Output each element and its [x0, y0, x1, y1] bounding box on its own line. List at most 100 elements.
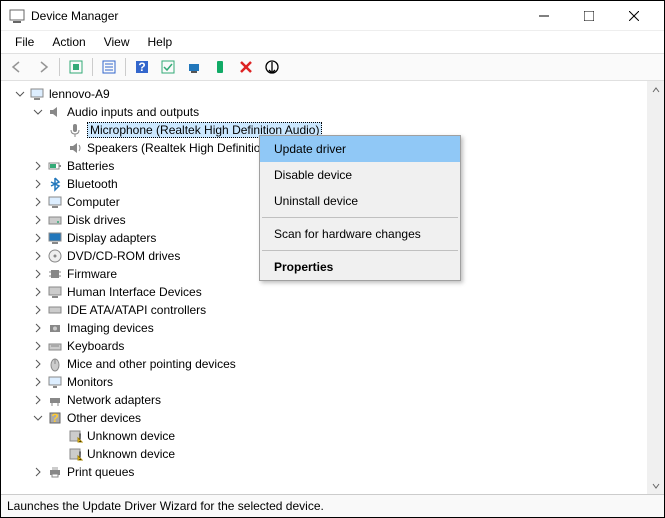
collapse-icon[interactable] [31, 105, 45, 119]
tree-item-imaging[interactable]: Imaging devices [7, 319, 647, 337]
app-icon [9, 8, 25, 24]
tree-item-label: Batteries [67, 159, 114, 173]
tree-item-unknown[interactable]: ! Unknown device [7, 427, 647, 445]
forward-button [33, 57, 53, 77]
tree-item-label: Keyboards [67, 339, 124, 353]
properties-button[interactable] [99, 57, 119, 77]
svg-text:!: ! [78, 449, 81, 462]
svg-text:?: ? [138, 60, 145, 74]
enable-button[interactable] [210, 57, 230, 77]
menu-help[interactable]: Help [140, 33, 181, 51]
close-button[interactable] [611, 1, 656, 31]
maximize-button[interactable] [566, 1, 611, 31]
disable-button[interactable] [262, 57, 282, 77]
microphone-icon [67, 122, 83, 138]
menu-bar: File Action View Help [1, 31, 664, 53]
speaker-icon [67, 140, 83, 156]
expand-icon[interactable] [31, 267, 45, 281]
expander-spacer [51, 123, 65, 137]
expand-icon[interactable] [31, 249, 45, 263]
tree-item-label: DVD/CD-ROM drives [67, 249, 180, 263]
battery-icon [47, 158, 63, 174]
tree-item-label: Bluetooth [67, 177, 118, 191]
tree-item-audio[interactable]: Audio inputs and outputs [7, 103, 647, 121]
expand-icon[interactable] [31, 339, 45, 353]
camera-icon [47, 320, 63, 336]
expand-icon[interactable] [31, 213, 45, 227]
expand-icon[interactable] [31, 195, 45, 209]
display-icon [47, 230, 63, 246]
expander-spacer [51, 429, 65, 443]
expand-icon[interactable] [31, 375, 45, 389]
expand-icon[interactable] [31, 177, 45, 191]
uninstall-button[interactable] [236, 57, 256, 77]
toolbar: ? [1, 53, 664, 81]
tree-item-label: Unknown device [87, 429, 175, 443]
unknown-device-icon: ! [67, 428, 83, 444]
ctx-scan-hardware[interactable]: Scan for hardware changes [260, 221, 460, 247]
menu-action[interactable]: Action [44, 33, 93, 51]
scroll-down-button[interactable] [647, 477, 664, 494]
expand-icon[interactable] [31, 393, 45, 407]
tree-root[interactable]: lennovo-A9 [7, 85, 647, 103]
expand-icon[interactable] [31, 231, 45, 245]
tree-item-mice[interactable]: Mice and other pointing devices [7, 355, 647, 373]
ctx-properties[interactable]: Properties [260, 254, 460, 280]
ctx-update-driver[interactable]: Update driver [260, 136, 460, 162]
menu-view[interactable]: View [96, 33, 138, 51]
tree-item-label: Audio inputs and outputs [67, 105, 199, 119]
toolbar-separator [125, 58, 126, 76]
tree-item-keyboards[interactable]: Keyboards [7, 337, 647, 355]
show-hidden-button[interactable] [66, 57, 86, 77]
help-button[interactable]: ? [132, 57, 152, 77]
tree-item-label: Unknown device [87, 447, 175, 461]
collapse-icon[interactable] [13, 87, 27, 101]
other-icon: ? [47, 410, 63, 426]
expand-icon[interactable] [31, 285, 45, 299]
tree-item-network[interactable]: Network adapters [7, 391, 647, 409]
disk-icon [47, 212, 63, 228]
vertical-scrollbar[interactable] [647, 81, 664, 494]
status-text: Launches the Update Driver Wizard for th… [7, 499, 324, 513]
menu-file[interactable]: File [7, 33, 42, 51]
scrollbar-track[interactable] [647, 98, 664, 477]
expand-icon[interactable] [31, 465, 45, 479]
speaker-icon [47, 104, 63, 120]
expand-icon[interactable] [31, 159, 45, 173]
expand-icon[interactable] [31, 321, 45, 335]
computer-icon [47, 194, 63, 210]
network-icon [47, 392, 63, 408]
menu-separator [262, 250, 458, 251]
expander-spacer [51, 141, 65, 155]
monitor-icon [47, 374, 63, 390]
scroll-up-button[interactable] [647, 81, 664, 98]
tree-item-print[interactable]: Print queues [7, 463, 647, 481]
ctx-uninstall-device[interactable]: Uninstall device [260, 188, 460, 214]
tree-item-label: Imaging devices [67, 321, 154, 335]
context-menu: Update driver Disable device Uninstall d… [259, 135, 461, 281]
minimize-button[interactable] [521, 1, 566, 31]
chip-icon [47, 266, 63, 282]
printer-icon [47, 464, 63, 480]
tree-item-label: Other devices [67, 411, 141, 425]
expand-icon[interactable] [31, 357, 45, 371]
tree-item-other[interactable]: ? Other devices [7, 409, 647, 427]
tree-item-hid[interactable]: Human Interface Devices [7, 283, 647, 301]
update-driver-button[interactable] [184, 57, 204, 77]
tree-item-ide[interactable]: IDE ATA/ATAPI controllers [7, 301, 647, 319]
tree-item-label: Disk drives [67, 213, 126, 227]
scan-button[interactable] [158, 57, 178, 77]
tree-item-label: Network adapters [67, 393, 161, 407]
tree-item-label: Firmware [67, 267, 117, 281]
svg-text:?: ? [51, 411, 58, 425]
expand-icon[interactable] [31, 303, 45, 317]
keyboard-icon [47, 338, 63, 354]
tree-item-unknown[interactable]: ! Unknown device [7, 445, 647, 463]
tree-item-monitors[interactable]: Monitors [7, 373, 647, 391]
tree-item-label: Display adapters [67, 231, 156, 245]
dvd-icon [47, 248, 63, 264]
menu-separator [262, 217, 458, 218]
ctx-disable-device[interactable]: Disable device [260, 162, 460, 188]
tree-item-label: Mice and other pointing devices [67, 357, 236, 371]
collapse-icon[interactable] [31, 411, 45, 425]
